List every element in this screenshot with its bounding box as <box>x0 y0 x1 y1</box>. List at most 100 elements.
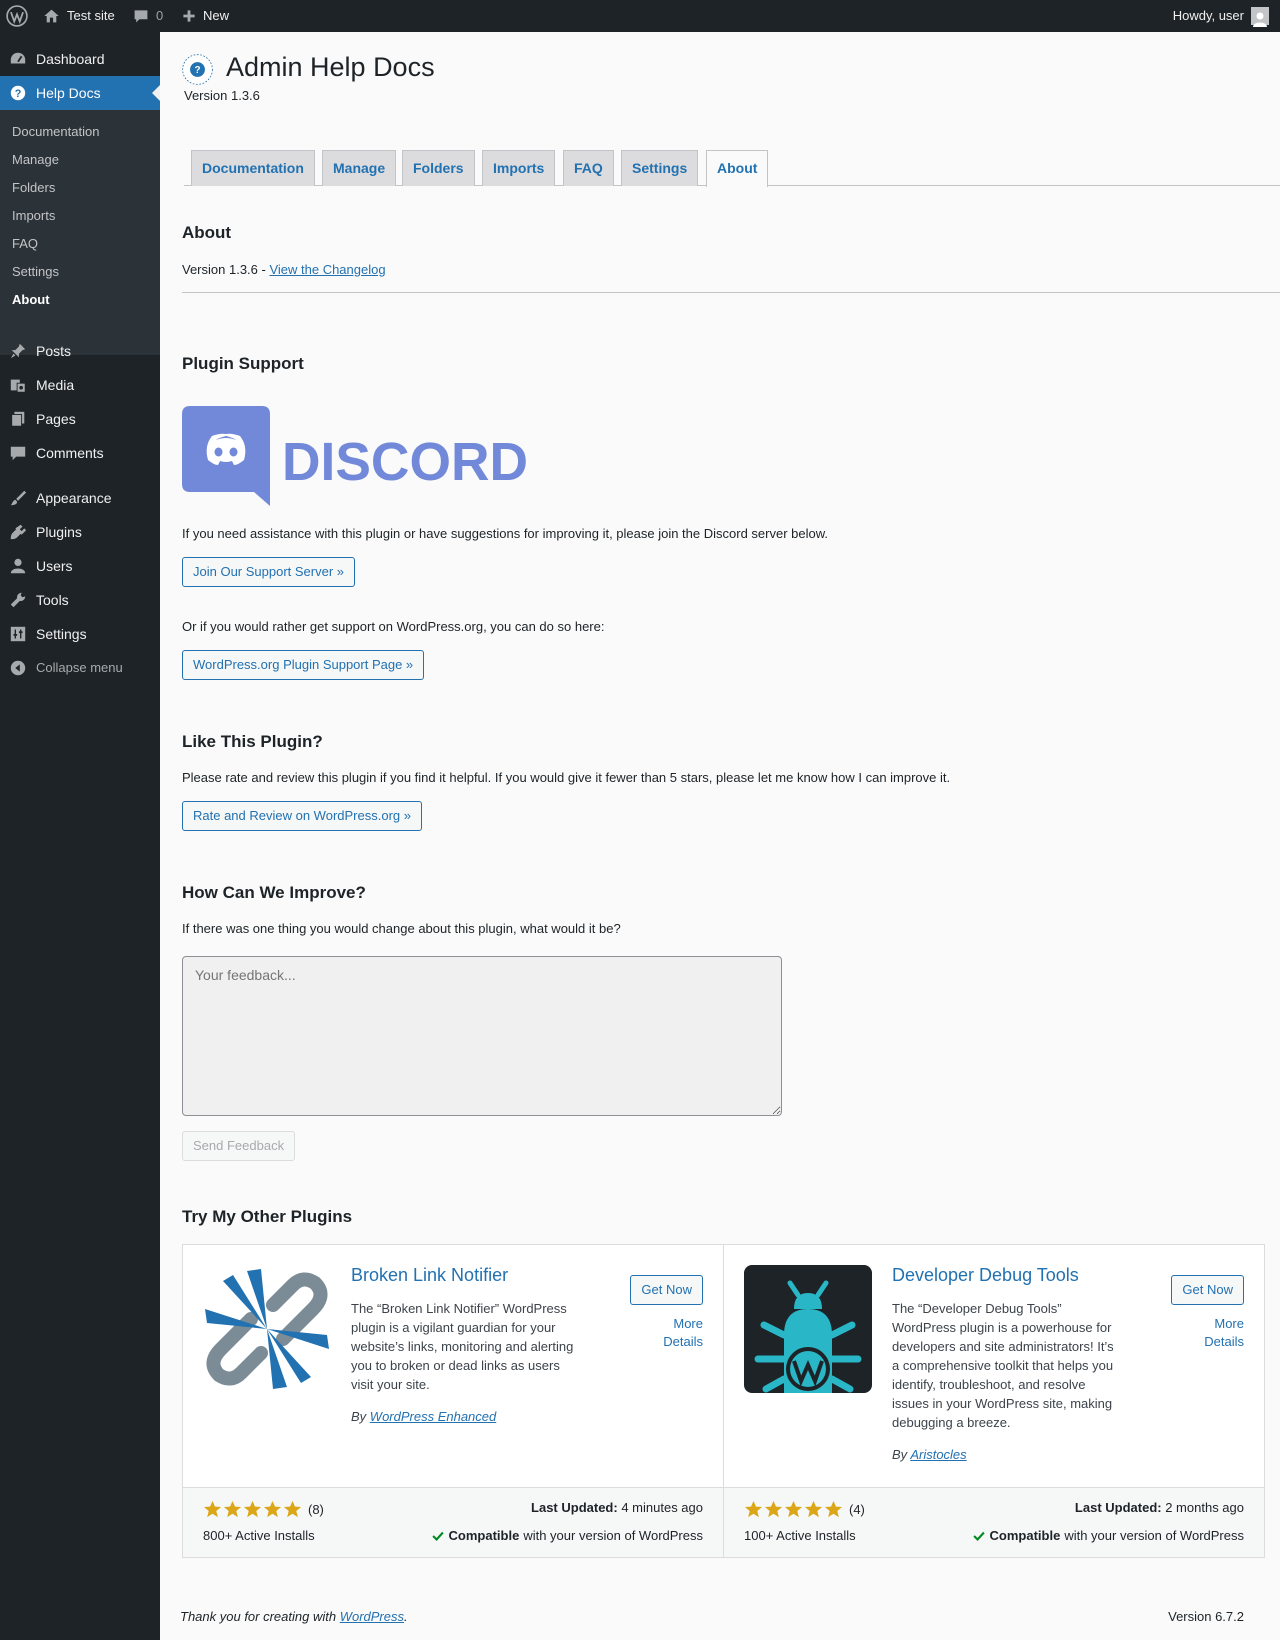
admin-bar: Test site 0 New Howdy, user <box>0 0 1280 32</box>
new-label: New <box>203 8 230 23</box>
footer-version: Version 6.7.2 <box>1168 1609 1244 1624</box>
other-plugins-heading: Try My Other Plugins <box>182 1207 353 1226</box>
comments-count: 0 <box>156 8 164 23</box>
about-version-text: Version 1.3.6 - <box>182 262 270 277</box>
star-icon <box>784 1500 803 1518</box>
pages-icon <box>9 410 27 428</box>
tab-faq[interactable]: FAQ <box>563 150 614 186</box>
improve-heading: How Can We Improve? <box>182 883 366 902</box>
submenu-item-faq[interactable]: FAQ <box>12 234 38 254</box>
new-content-link[interactable]: New <box>182 0 229 32</box>
join-support-server-button[interactable]: Join Our Support Server » <box>182 557 356 587</box>
star-icon <box>223 1500 242 1518</box>
improve-question: If there was one thing you would change … <box>182 921 621 936</box>
compatibility: Compatible with your version of WordPress <box>431 1528 703 1543</box>
star-icon <box>744 1500 763 1518</box>
debug-bug-icon <box>744 1265 872 1393</box>
sidebar-item-users[interactable]: Users <box>0 549 160 583</box>
changelog-link[interactable]: View the Changelog <box>269 262 385 277</box>
comment-bubble-icon <box>134 10 148 23</box>
tab-about[interactable]: About <box>706 150 769 187</box>
submenu-item-folders[interactable]: Folders <box>12 178 55 198</box>
by-prefix: By <box>892 1447 911 1462</box>
submenu-item-about[interactable]: About <box>12 290 50 310</box>
site-name: Test site <box>67 8 115 23</box>
get-now-button[interactable]: Get Now <box>630 1275 703 1305</box>
sidebar-item-comments[interactable]: Comments <box>0 436 160 470</box>
sidebar-label: Pages <box>36 411 76 427</box>
about-heading: About <box>182 223 232 242</box>
dashboard-gauge-icon <box>9 50 27 68</box>
plugin-name-link[interactable]: Broken Link Notifier <box>351 1265 508 1286</box>
wporg-support-button[interactable]: WordPress.org Plugin Support Page » <box>182 650 425 680</box>
sidebar-label: Dashboard <box>36 51 105 67</box>
plugin-author-line: By Aristocles <box>892 1447 967 1462</box>
last-updated-value: 2 months ago <box>1165 1500 1244 1515</box>
submenu-item-imports[interactable]: Imports <box>12 206 55 226</box>
more-details-link[interactable]: More Details <box>663 1315 703 1351</box>
compatible-label: Compatible <box>448 1528 520 1543</box>
star-icon <box>804 1500 823 1518</box>
send-feedback-button[interactable]: Send Feedback <box>182 1131 296 1161</box>
like-text: Please rate and review this plugin if yo… <box>182 770 951 785</box>
wordpress-link[interactable]: WordPress <box>340 1609 404 1624</box>
collapse-menu-button[interactable]: Collapse menu <box>0 651 160 685</box>
my-account-link[interactable]: Howdy, user <box>1173 0 1269 32</box>
wordpress-logo-icon[interactable] <box>6 0 28 32</box>
sidebar-item-plugins[interactable]: Plugins <box>0 515 160 549</box>
tab-settings[interactable]: Settings <box>621 150 699 186</box>
submenu-item-manage[interactable]: Manage <box>12 150 59 170</box>
star-icon <box>764 1500 783 1518</box>
home-icon <box>44 9 59 23</box>
tab-manage[interactable]: Manage <box>322 150 397 186</box>
more-details-line1: More <box>1214 1316 1244 1331</box>
page-title: Admin Help Docs <box>226 52 435 82</box>
settings-sliders-icon <box>9 625 27 643</box>
plugin-name-link[interactable]: Developer Debug Tools <box>892 1265 1079 1286</box>
svg-text:?: ? <box>15 88 22 100</box>
plugin-version: Version 1.3.6 <box>184 88 260 103</box>
plugin-author-link[interactable]: WordPress Enhanced <box>370 1409 496 1424</box>
sidebar-item-dashboard[interactable]: Dashboard <box>0 42 160 76</box>
plugin-author-line: By WordPress Enhanced <box>351 1409 496 1424</box>
sidebar-item-appearance[interactable]: Appearance <box>0 481 160 515</box>
help-docs-submenu: Documentation Manage Folders Imports FAQ… <box>0 110 160 355</box>
star-icon <box>263 1500 282 1518</box>
sidebar-label: Comments <box>36 445 104 461</box>
sidebar-label: Plugins <box>36 524 82 540</box>
sidebar-item-pages[interactable]: Pages <box>0 402 160 436</box>
support-heading: Plugin Support <box>182 354 304 373</box>
compatibility: Compatible with your version of WordPress <box>972 1528 1244 1543</box>
submenu-item-settings[interactable]: Settings <box>12 262 59 282</box>
more-details-link[interactable]: More Details <box>1204 1315 1244 1351</box>
footer-thanks: Thank you for creating with WordPress. <box>180 1609 408 1624</box>
sidebar-item-media[interactable]: Media <box>0 368 160 402</box>
rate-review-button[interactable]: Rate and Review on WordPress.org » <box>182 801 422 831</box>
feedback-textarea[interactable] <box>182 956 782 1116</box>
last-updated: Last Updated: 4 minutes ago <box>531 1500 703 1515</box>
sidebar-label: Users <box>36 558 73 574</box>
sidebar-item-settings[interactable]: Settings <box>0 617 160 651</box>
footer-thanks-suffix: . <box>404 1609 408 1624</box>
rating-count: (8) <box>308 1502 324 1517</box>
site-name-link[interactable]: Test site <box>43 0 115 32</box>
star-icon <box>824 1500 843 1518</box>
comments-link[interactable]: 0 <box>133 0 163 32</box>
tab-folders[interactable]: Folders <box>402 150 475 186</box>
sidebar-item-posts[interactable]: Posts <box>0 334 160 368</box>
sidebar-label: Collapse menu <box>36 660 123 675</box>
tab-imports[interactable]: Imports <box>482 150 556 186</box>
plugin-author-link[interactable]: Aristocles <box>910 1447 966 1462</box>
sidebar-item-help-docs[interactable]: ? Help Docs <box>0 76 160 110</box>
footer-thanks-prefix: Thank you for creating with <box>180 1609 340 1624</box>
get-now-button[interactable]: Get Now <box>1171 1275 1244 1305</box>
like-heading: Like This Plugin? <box>182 732 323 751</box>
last-updated-label: Last Updated: <box>531 1500 618 1515</box>
about-version-line: Version 1.3.6 - View the Changelog <box>182 262 386 277</box>
sidebar-item-tools[interactable]: Tools <box>0 583 160 617</box>
rating-count: (4) <box>849 1502 865 1517</box>
submenu-item-documentation[interactable]: Documentation <box>12 122 99 142</box>
tab-documentation[interactable]: Documentation <box>191 150 315 186</box>
plugin-card: Broken Link Notifier The “Broken Link No… <box>182 1244 724 1558</box>
plugin-description: The “Developer Debug Tools” WordPress pl… <box>892 1301 1114 1430</box>
